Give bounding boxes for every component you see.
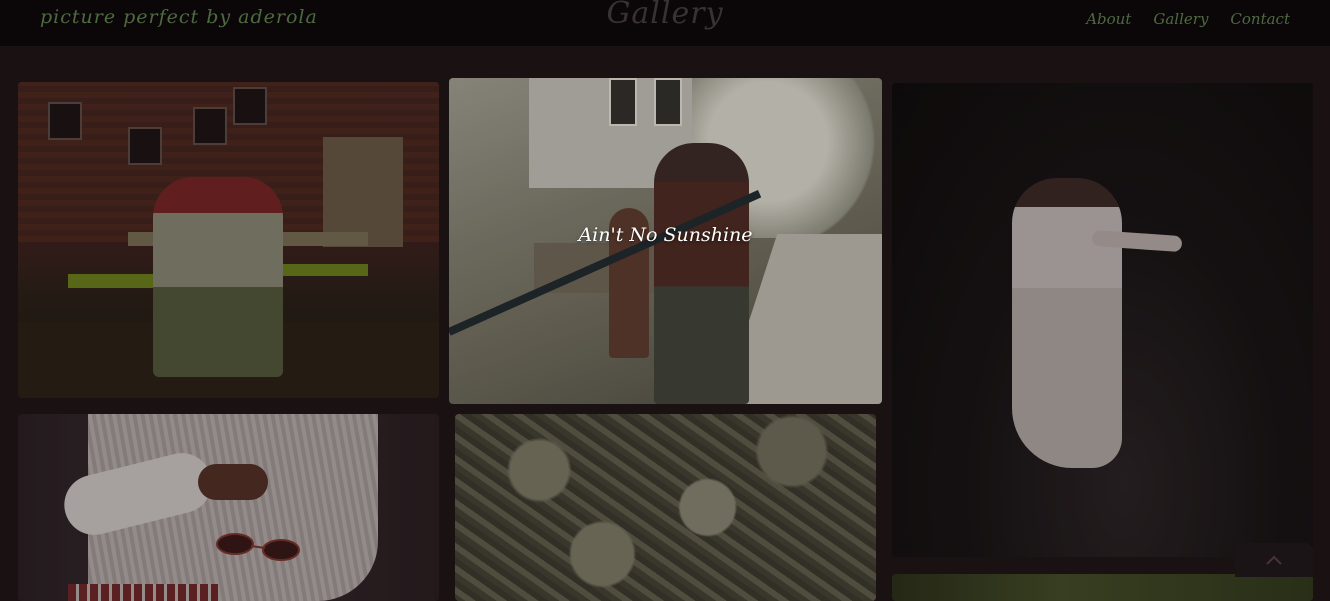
- photo-green-foliage[interactable]: [892, 574, 1313, 601]
- photo-overlay: [18, 82, 439, 398]
- scroll-to-top-button[interactable]: [1235, 543, 1313, 577]
- photo-overlay: [892, 83, 1313, 557]
- nav-about[interactable]: About: [1086, 10, 1131, 28]
- site-header: picture perfect by aderola Gallery About…: [0, 0, 1330, 46]
- photo-overlay: [892, 574, 1313, 601]
- photo-woman-white-dress[interactable]: [892, 83, 1313, 557]
- photo-woman-green-bench[interactable]: [18, 82, 439, 398]
- photo-overlay: [18, 414, 439, 601]
- photo-overlay: [455, 414, 876, 601]
- photo-aint-no-sunshine[interactable]: Ain't No Sunshine: [449, 78, 882, 404]
- photo-flowering-tree[interactable]: [455, 414, 876, 601]
- nav-gallery[interactable]: Gallery: [1153, 10, 1208, 28]
- chevron-up-icon: [1266, 555, 1282, 565]
- photo-white-sweater-sunglasses[interactable]: [18, 414, 439, 601]
- main-nav: About Gallery Contact: [1086, 10, 1290, 28]
- nav-contact[interactable]: Contact: [1230, 10, 1290, 28]
- photo-caption: Ain't No Sunshine: [578, 224, 753, 246]
